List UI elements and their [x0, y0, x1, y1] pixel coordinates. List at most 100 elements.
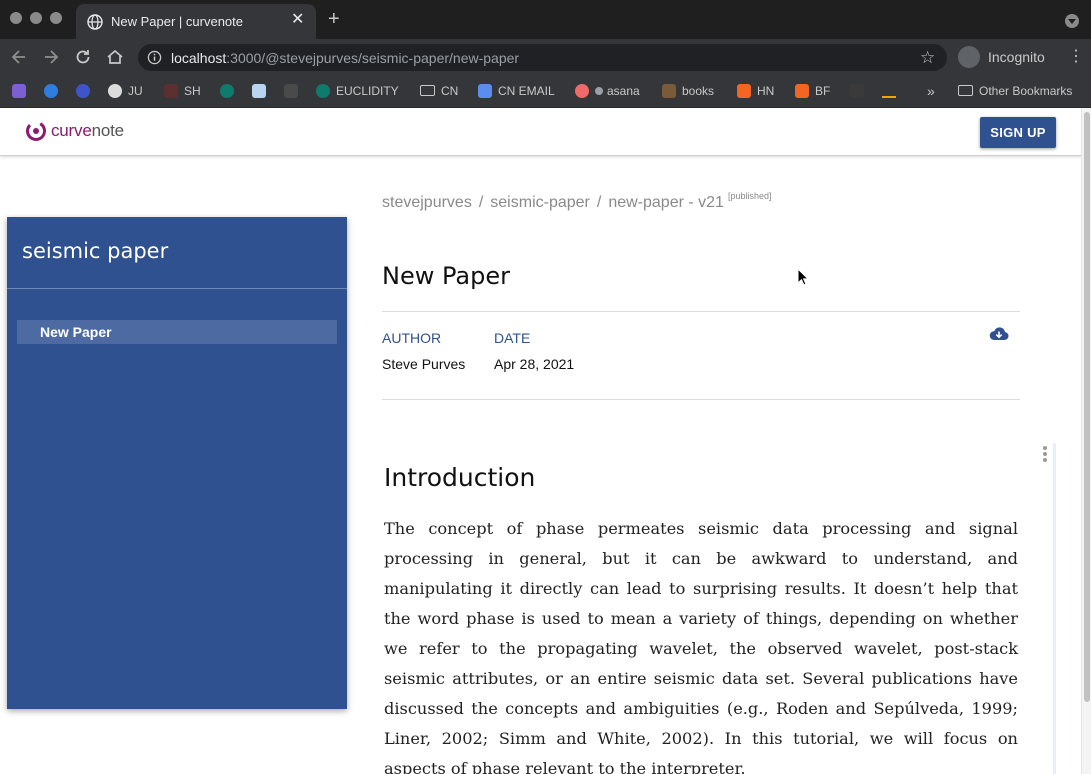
tab-title: New Paper | curvenote: [111, 14, 243, 29]
more-vertical-icon[interactable]: [1042, 446, 1048, 464]
bf-icon: [795, 84, 809, 98]
bookmark-ju[interactable]: JU: [108, 83, 143, 99]
body-paragraph: The concept of phase permeates seismic d…: [384, 519, 1018, 774]
breadcrumb-document[interactable]: new-paper - v21: [608, 194, 724, 211]
bookmark-label: BF: [815, 84, 831, 98]
url-text[interactable]: localhost:3000/@stevejpurves/seismic-pap…: [171, 50, 519, 66]
dot-icon: [595, 87, 603, 95]
appstore-icon: [44, 84, 58, 98]
bookmark-star-icon[interactable]: ☆: [920, 48, 935, 68]
browser-toolbar: localhost:3000/@stevejpurves/seismic-pap…: [0, 39, 1091, 75]
close-tab-icon[interactable]: ✕: [291, 12, 304, 28]
browser-tab-bar: New Paper | curvenote ✕ +: [0, 0, 1091, 39]
browser-menu-icon[interactable]: ⋮: [1068, 49, 1084, 65]
c-icon: [76, 84, 90, 98]
bookmark-euclidity[interactable]: EUCLIDITY: [316, 83, 399, 99]
date-label: DATE: [494, 330, 531, 346]
bookmark-sharepoint[interactable]: [220, 83, 240, 99]
books-icon: [662, 84, 676, 98]
sidebar-divider: [7, 288, 347, 289]
incognito-profile-button[interactable]: Incognito: [956, 44, 1056, 70]
mouse-cursor-icon: [797, 268, 809, 286]
meta-divider: [382, 399, 1020, 400]
bookmark-calendar[interactable]: [252, 83, 272, 99]
incognito-icon: [958, 46, 980, 68]
logo-suffix: note: [91, 121, 124, 140]
link-icon: [284, 84, 298, 98]
globe-icon: [87, 14, 103, 30]
forward-arrow-icon[interactable]: [41, 47, 61, 67]
address-bar[interactable]: localhost:3000/@stevejpurves/seismic-pap…: [138, 44, 947, 71]
home-icon[interactable]: [105, 47, 125, 67]
bookmark-asana[interactable]: asana: [575, 83, 640, 99]
publish-date: Apr 28, 2021: [494, 356, 575, 372]
bookmark-label: JU: [128, 84, 143, 98]
window-minimize-dot[interactable]: [30, 12, 42, 24]
sh-icon: [164, 84, 178, 98]
site-info-icon[interactable]: [147, 50, 162, 65]
scrollbar-thumb[interactable]: [1084, 112, 1090, 702]
cloud-download-icon[interactable]: [989, 325, 1009, 343]
sidebar-item-new-paper[interactable]: New Paper: [17, 320, 337, 344]
bookmark-label: CN EMAIL: [498, 84, 555, 98]
breadcrumb-separator: /: [478, 194, 484, 211]
pocket-icon: [12, 84, 26, 98]
breadcrumb-owner[interactable]: stevejpurves: [382, 194, 472, 211]
folder-icon: [420, 85, 435, 96]
section-heading: Introduction: [384, 463, 536, 492]
other-bookmarks-label: Other Bookmarks: [979, 84, 1073, 98]
bookmark-hn[interactable]: HN: [737, 83, 774, 99]
block-selection-edge: [1053, 443, 1056, 774]
page-viewport: curvenote SIGN UP stevejpurves / seismic-p…: [0, 108, 1081, 774]
published-badge: [published]: [727, 191, 772, 201]
app-header: curvenote SIGN UP: [0, 108, 1081, 156]
bookmark-icon: [850, 84, 864, 98]
bookmark-label: asana: [607, 84, 640, 98]
project-title: seismic paper: [22, 239, 169, 263]
url-path: :3000/@stevejpurves/seismic-paper/new-pa…: [226, 50, 520, 66]
email-icon: [478, 84, 492, 98]
bookmark-bf[interactable]: BF: [795, 83, 830, 99]
page-scrollbar[interactable]: [1081, 108, 1091, 774]
bookmark-cn-email[interactable]: CN EMAIL: [478, 83, 555, 99]
bookmark-books[interactable]: books: [662, 83, 714, 99]
profile-label: Incognito: [988, 49, 1045, 65]
calendar-icon: [252, 84, 266, 98]
bookmark-cn[interactable]: CN: [420, 83, 458, 99]
bookmark-c[interactable]: [76, 83, 96, 99]
bookmark-sh[interactable]: SH: [164, 83, 201, 99]
more-bookmarks-chevron[interactable]: »: [927, 83, 935, 99]
browser-tab-active[interactable]: New Paper | curvenote ✕: [76, 4, 316, 39]
author-name: Steve Purves: [382, 356, 466, 372]
bookmark-pocket[interactable]: [12, 83, 32, 99]
window-maximize-dot[interactable]: [50, 12, 62, 24]
bookmark-icon: [882, 84, 896, 98]
curvenote-logo-icon: [26, 121, 46, 141]
bookmark-appstore[interactable]: [44, 83, 64, 99]
bookmark-label: CN: [441, 84, 459, 98]
window-close-dot[interactable]: [10, 12, 22, 24]
sign-up-button[interactable]: SIGN UP: [980, 117, 1056, 148]
reload-icon[interactable]: [73, 47, 93, 67]
breadcrumb-project[interactable]: seismic-paper: [490, 194, 590, 211]
other-bookmarks[interactable]: Other Bookmarks: [958, 83, 1072, 99]
project-sidebar: seismic paper New Paper: [7, 217, 347, 709]
title-divider: [382, 311, 1020, 312]
bookmark-extra-2[interactable]: [882, 83, 902, 99]
author-label: AUTHOR: [382, 330, 442, 346]
new-tab-icon[interactable]: +: [328, 9, 340, 29]
bookmark-link[interactable]: [284, 83, 304, 99]
document-title: New Paper: [382, 262, 510, 290]
hacker-news-icon: [737, 84, 751, 98]
sharepoint-icon: [220, 84, 234, 98]
breadcrumb-separator: /: [596, 194, 602, 211]
logo-text: curvenote: [51, 121, 124, 141]
bookmarks-bar: JU SH EUCLIDITY CN CN EMAIL asana books …: [0, 75, 1091, 108]
bookmark-extra[interactable]: [850, 83, 870, 99]
bookmark-label: EUCLIDITY: [336, 84, 399, 98]
back-arrow-icon[interactable]: [9, 47, 29, 67]
bookmark-label: books: [682, 84, 715, 98]
bookmark-label: SH: [184, 84, 201, 98]
tab-search-icon[interactable]: [1065, 14, 1079, 28]
bookmark-label: HN: [757, 84, 775, 98]
